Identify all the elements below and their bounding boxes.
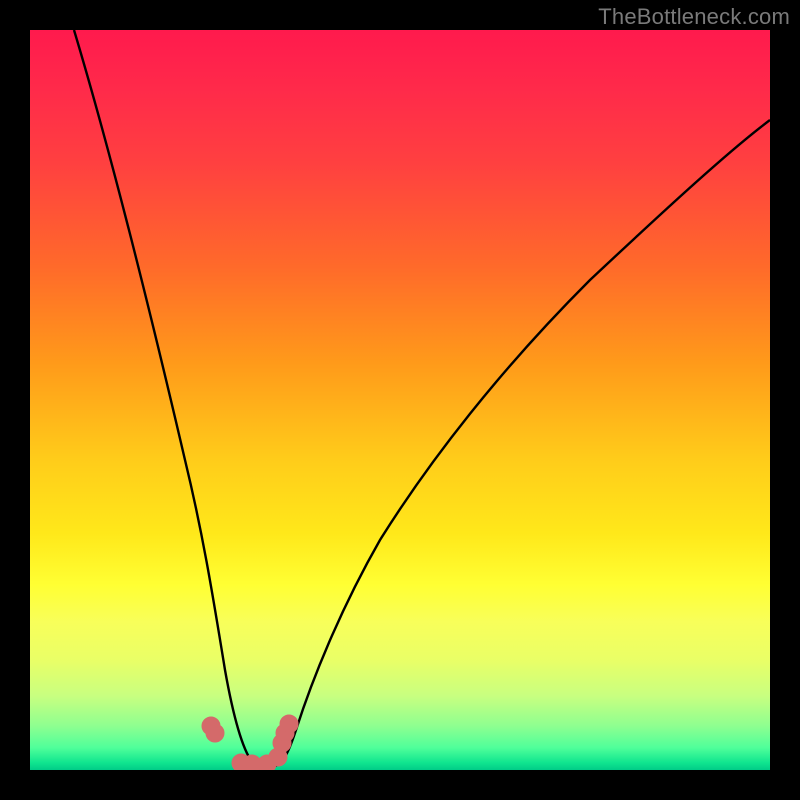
bottleneck-curve xyxy=(74,30,770,767)
curve-svg xyxy=(30,30,770,770)
plot-area xyxy=(30,30,770,770)
highlight-dots xyxy=(202,715,298,770)
chart-frame: TheBottleneck.com xyxy=(0,0,800,800)
watermark-text: TheBottleneck.com xyxy=(598,4,790,30)
